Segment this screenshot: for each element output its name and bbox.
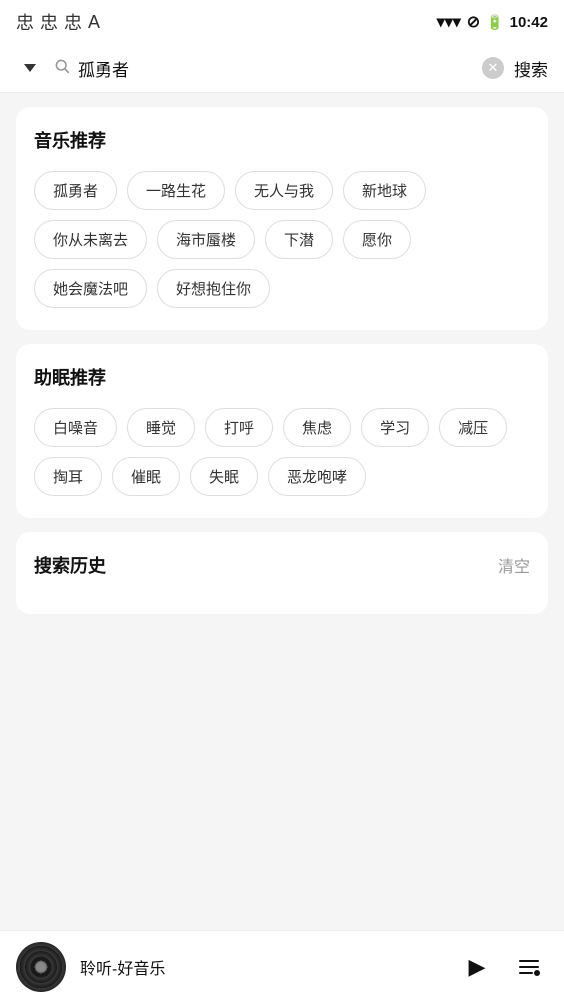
search-query-text[interactable]: 孤勇者 (78, 56, 472, 81)
music-tag[interactable]: 海市蜃楼 (157, 220, 255, 259)
main-content: 音乐推荐 孤勇者一路生花无人与我新地球你从未离去海市蜃楼下潜愿你她会魔法吧好想抱… (0, 93, 564, 923)
playlist-icon (518, 957, 540, 977)
vinyl-record[interactable] (16, 942, 66, 992)
sleep-tag[interactable]: 催眠 (112, 457, 180, 496)
sleep-recommend-section: 助眠推荐 白噪音睡觉打呼焦虑学习减压掏耳催眠失眠恶龙咆哮 (16, 344, 548, 518)
music-tag[interactable]: 孤勇者 (34, 171, 117, 210)
playlist-button[interactable] (510, 948, 548, 986)
time-display: 10:42 (510, 14, 548, 31)
sleep-tag[interactable]: 焦虑 (283, 408, 351, 447)
sleep-tag[interactable]: 白噪音 (34, 408, 117, 447)
status-left: 忠 忠 忠 A (16, 9, 100, 35)
keyboard-icon: A (88, 12, 100, 33)
sleep-tag[interactable]: 睡觉 (127, 408, 195, 447)
sleep-tag[interactable]: 减压 (439, 408, 507, 447)
play-icon: ▶ (469, 954, 486, 980)
music-tag[interactable]: 愿你 (343, 220, 411, 259)
song-title: 聆听-好音乐 (80, 955, 444, 979)
dropdown-button[interactable] (16, 54, 44, 82)
music-tag[interactable]: 她会魔法吧 (34, 269, 147, 308)
music-tag[interactable]: 一路生花 (127, 171, 225, 210)
music-tags-wrap: 孤勇者一路生花无人与我新地球你从未离去海市蜃楼下潜愿你她会魔法吧好想抱住你 (34, 171, 530, 308)
sleep-tag[interactable]: 恶龙咆哮 (268, 457, 366, 496)
search-input-wrap: 孤勇者 (54, 56, 472, 81)
battery-icon: 🔋 (486, 14, 503, 31)
sleep-tag[interactable]: 学习 (361, 408, 429, 447)
music-recommend-section: 音乐推荐 孤勇者一路生花无人与我新地球你从未离去海市蜃楼下潜愿你她会魔法吧好想抱… (16, 107, 548, 330)
search-icon (54, 58, 70, 79)
history-title: 搜索历史 (34, 552, 106, 578)
status-right: ▾▾▾ ⊘ 🔋 10:42 (437, 12, 548, 32)
notification-icon-2: 忠 (40, 9, 58, 35)
player-bar: 聆听-好音乐 ▶ (0, 930, 564, 1002)
music-tag[interactable]: 新地球 (343, 171, 426, 210)
clear-button[interactable]: ✕ (482, 57, 504, 79)
notification-icon-1: 忠 (16, 9, 34, 35)
search-history-section: 搜索历史 清空 (16, 532, 548, 614)
search-button[interactable]: 搜索 (514, 56, 548, 81)
sleep-tag[interactable]: 失眠 (190, 457, 258, 496)
status-bar: 忠 忠 忠 A ▾▾▾ ⊘ 🔋 10:42 (0, 0, 564, 44)
sleep-tags-wrap: 白噪音睡觉打呼焦虑学习减压掏耳催眠失眠恶龙咆哮 (34, 408, 530, 496)
play-button[interactable]: ▶ (458, 948, 496, 986)
sleep-tag[interactable]: 打呼 (205, 408, 273, 447)
music-tag[interactable]: 好想抱住你 (157, 269, 270, 308)
music-tag[interactable]: 你从未离去 (34, 220, 147, 259)
notification-icon-3: 忠 (64, 9, 82, 35)
search-bar: 孤勇者 ✕ 搜索 (0, 44, 564, 93)
sleep-tag[interactable]: 掏耳 (34, 457, 102, 496)
clear-history-button[interactable]: 清空 (498, 553, 530, 577)
history-header: 搜索历史 清空 (34, 552, 530, 578)
sleep-recommend-title: 助眠推荐 (34, 364, 530, 390)
signal-icon: ⊘ (467, 12, 480, 32)
wifi-icon: ▾▾▾ (437, 12, 461, 32)
music-recommend-title: 音乐推荐 (34, 127, 530, 153)
music-tag[interactable]: 下潜 (265, 220, 333, 259)
music-tag[interactable]: 无人与我 (235, 171, 333, 210)
